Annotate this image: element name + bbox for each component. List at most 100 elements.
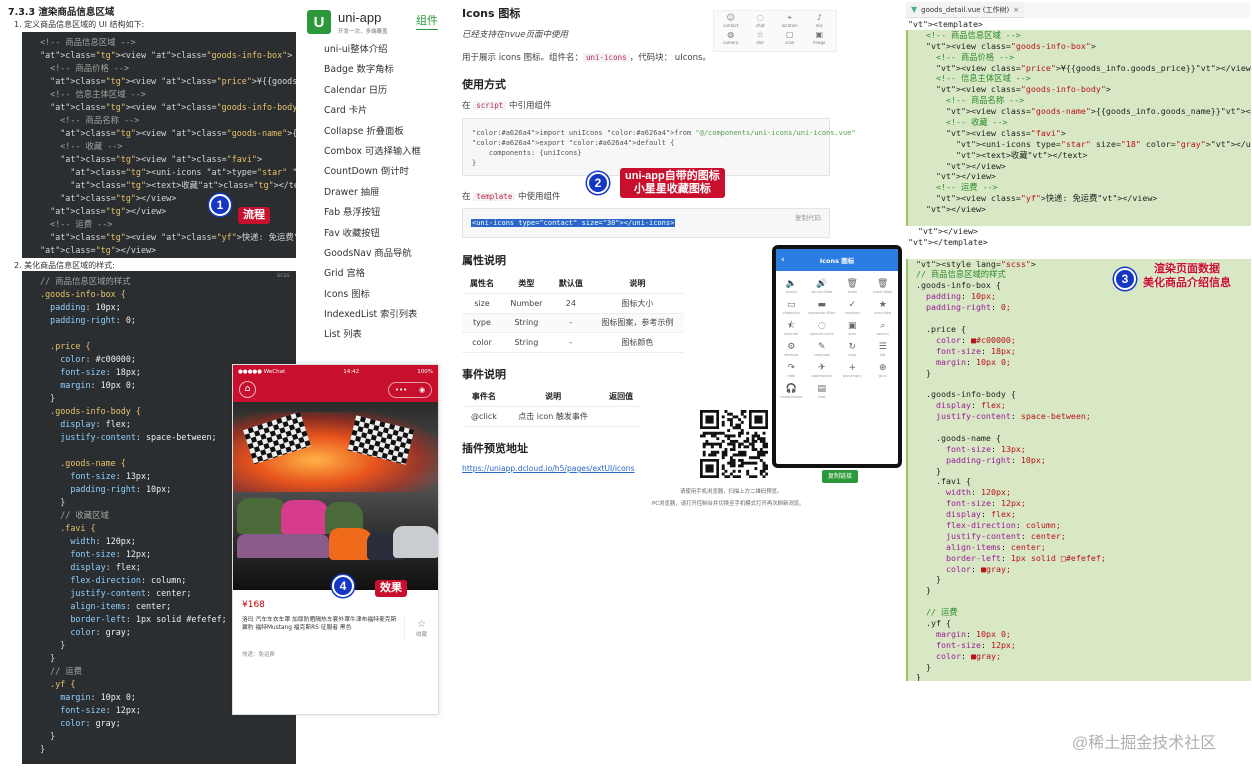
editor-code-line: "vt"></template> <box>906 236 1251 248</box>
events-title: 事件说明 <box>462 368 506 381</box>
usage-template-text: 在 template 中使用组件 <box>462 190 561 202</box>
sprite-icon-label: chat <box>755 23 765 28</box>
tab-close-icon[interactable]: × <box>1013 6 1019 14</box>
phone-icon-cell[interactable]: ⌕ search <box>868 321 899 337</box>
phone-icon-cell[interactable]: ✈ paperplane <box>807 363 838 379</box>
annotation-icons-line1: uni-app自带的图标 <box>625 170 720 182</box>
editor-code-line: justify-content: space-between; <box>906 411 1251 422</box>
phone-icon-cell[interactable]: 🔊 sound-filled <box>807 279 838 295</box>
table-header-row: 属性名 类型 默认值 说明 <box>462 274 684 294</box>
phone-icon-label: scan <box>848 332 857 336</box>
phone-icon-cell[interactable]: ↷ redo <box>776 363 807 379</box>
phone-icon-cell[interactable]: ✎ compose <box>807 342 838 358</box>
phone-icon-label: starhalf <box>784 332 799 336</box>
doc-intro-suffix: ，代码块： uIcons。 <box>629 53 711 63</box>
phone-icon-cell[interactable]: ⊕ plus <box>868 363 899 379</box>
sidebar-item[interactable]: Grid 宫格 <box>308 264 448 284</box>
phone-icon-cell[interactable]: ▬ videocam-filled <box>807 300 838 316</box>
editor-code-line: .favi { <box>906 476 1251 488</box>
sidebar-item[interactable]: uni-ui整体介绍 <box>308 40 448 60</box>
editor-code-line: justify-content: center; <box>906 530 1251 542</box>
phone-icon-label: videocam <box>782 311 801 315</box>
back-icon[interactable]: ‹ <box>781 255 785 265</box>
favi-button[interactable]: ☆ 收藏 <box>404 616 438 642</box>
editor-code-line: font-size: 12px; <box>906 498 1251 510</box>
more-icon[interactable]: ••• <box>395 386 407 394</box>
sidebar-item[interactable]: Badge 数字角标 <box>308 60 448 80</box>
close-target-icon[interactable]: ◉ <box>419 386 425 394</box>
annotation-label-result: 效果 <box>375 580 407 597</box>
sidebar-item[interactable]: GoodsNav 商品导航 <box>308 244 448 264</box>
list-icon: ☰ <box>878 342 887 352</box>
preview-link[interactable]: https://uniapp.dcloud.io/h5/pages/extUI/… <box>462 464 644 473</box>
scan-icon: ▢ <box>785 30 794 39</box>
editor-code-line: .price { <box>906 323 1251 335</box>
table-header: 说明 <box>505 387 601 407</box>
editor-code-line: } <box>906 672 1251 681</box>
annotation-label-flow: 流程 <box>238 207 270 224</box>
home-icon[interactable]: ⌂ <box>239 381 256 398</box>
nvue-support-note: 已经支持在nvue页面中使用 <box>462 30 569 40</box>
phone-icon-cell[interactable]: ↻ loop <box>837 342 868 358</box>
phone-icon-cell[interactable]: ★ star-filled <box>868 300 899 316</box>
editor-code-line: } <box>906 661 1251 673</box>
uniapp-logo[interactable]: U <box>307 10 331 34</box>
sidebar-item[interactable]: IndexedList 索引列表 <box>308 305 448 325</box>
goods-price: ¥168 <box>242 600 265 610</box>
sidebar-item[interactable]: Card 卡片 <box>308 101 448 121</box>
usage-tpl-tag: template <box>473 192 516 201</box>
settings-icon: ⚙ <box>787 342 796 352</box>
phone-icon-cell[interactable]: 🎧 headphones <box>776 384 807 400</box>
phone-icon-cell[interactable]: + plusempty <box>837 363 868 379</box>
code-line: "at">class="tg"><view "at">class="goods-… <box>60 128 296 138</box>
sidebar-item[interactable]: Fav 收藏按钮 <box>308 224 448 244</box>
star-icon: ☆ <box>756 30 764 39</box>
usage-script-post: 中引用组件 <box>509 101 552 111</box>
table-header: 类型 <box>501 274 551 294</box>
phone-icon-label: headphones <box>780 395 803 399</box>
section-title: 7.3.3 渲染商品信息区域 <box>8 7 115 18</box>
editor-tab[interactable]: ▼ goods_detail.vue (工作树) × <box>906 2 1024 18</box>
sprite-icon-cell: ☺ contact <box>716 14 746 31</box>
sidebar-item[interactable]: Icons 图标 <box>308 285 448 305</box>
sidebar-item[interactable]: List 列表 <box>308 325 448 345</box>
sidebar-item[interactable]: Fab 悬浮按钮 <box>308 203 448 223</box>
editor-code-line: margin: 10px 0; <box>906 628 1251 640</box>
phone-icon-cell[interactable]: 🔈 sound <box>776 279 807 295</box>
phone-icon-cell[interactable]: ◌ spinner-cycle <box>807 321 838 337</box>
goods-name: 洛玛 汽车车衣车罩 加厚防晒隔热车套外罩牛津布福特麦克斯 翼豹 福特Mustan… <box>242 617 397 631</box>
plusempty-icon: + <box>848 363 857 373</box>
phone-icon-label: paperplane <box>811 374 832 378</box>
sidebar-item[interactable]: Calendar 日历 <box>308 81 448 101</box>
starhalf-icon: ⯪ <box>786 321 796 331</box>
sidebar-item[interactable]: Drawer 抽屉 <box>308 183 448 203</box>
editor-code-line: <!-- 商品价格 --> <box>906 51 1251 63</box>
phone-icon-cell[interactable]: ⚙ settings <box>776 342 807 358</box>
doc-intro-text: 用于展示 icons 图标。组件名： <box>462 53 583 63</box>
capsule-menu[interactable]: ••• ◉ <box>388 382 432 398</box>
template-usage-code[interactable]: <uni-icons type="contact" size="30"></un… <box>471 219 676 227</box>
sidebar-item[interactable]: CountDown 倒计时 <box>308 162 448 182</box>
phone-icon-cell[interactable]: ▣ scan <box>837 321 868 337</box>
phone-icon-cell[interactable]: 🗑 trash <box>837 279 868 295</box>
table-cell: - <box>550 332 591 353</box>
editor-code-line: .yf { <box>906 617 1251 629</box>
phone-icon-cell[interactable]: 🗑 trash-filled <box>868 279 899 295</box>
step-1-text: 1. 定义商品信息区域的 UI 结构如下: <box>14 20 145 29</box>
phone-icon-cell[interactable]: ☰ list <box>868 342 899 358</box>
usage-tpl-pre: 在 <box>462 192 471 202</box>
step-2-text: 2. 美化商品信息区域的样式: <box>14 261 115 270</box>
copy-link-button[interactable]: 复制链接 <box>822 470 858 483</box>
copy-code-button[interactable]: 复制代码 <box>795 212 821 222</box>
phone-icon-cell[interactable]: ▭ videocam <box>776 300 807 316</box>
phone-icon-cell[interactable]: ▤ chat <box>807 384 838 400</box>
phone-header: ‹ Icons 图标 <box>776 249 898 271</box>
sprite-icon-label: location <box>781 23 798 28</box>
phone-icon-cell[interactable]: ⯪ starhalf <box>776 321 807 337</box>
annotation-render-line2: 美化商品介绍信息 <box>1143 277 1231 289</box>
chat-icon: ◌ <box>756 13 764 22</box>
phone-icon-cell[interactable]: ✓ checked <box>837 300 868 316</box>
sidebar-item[interactable]: Collapse 折叠面板 <box>308 122 448 142</box>
nav-link-components[interactable]: 组件 <box>416 12 438 30</box>
sidebar-item[interactable]: Combox 可选择输入框 <box>308 142 448 162</box>
